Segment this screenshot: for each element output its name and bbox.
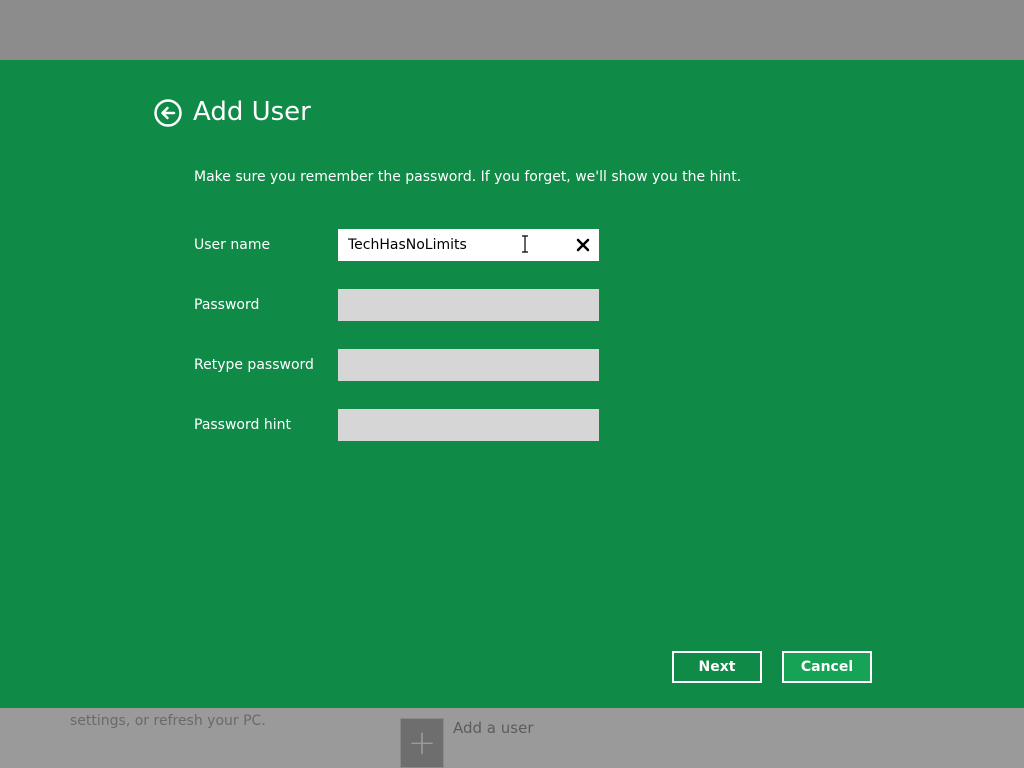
retype-password-field[interactable] (338, 349, 599, 381)
instruction-text: Make sure you remember the password. If … (194, 169, 742, 185)
username-field[interactable] (338, 229, 599, 261)
retype-password-label: Retype password (194, 357, 314, 373)
background-description: settings, or refresh your PC. (70, 713, 266, 729)
next-button[interactable]: Next (672, 651, 762, 683)
password-hint-label: Password hint (194, 417, 291, 433)
add-user-label[interactable]: Add a user (453, 719, 534, 737)
text-cursor-icon (522, 235, 528, 253)
plus-icon: + (407, 723, 437, 763)
cancel-button[interactable]: Cancel (782, 651, 872, 683)
password-hint-field[interactable] (338, 409, 599, 441)
page-title: Add User (193, 97, 311, 127)
password-field[interactable] (338, 289, 599, 321)
close-icon (576, 238, 590, 252)
back-arrow-icon[interactable] (154, 99, 182, 127)
password-label: Password (194, 297, 260, 313)
username-label: User name (194, 237, 271, 253)
add-user-tile[interactable]: + (400, 718, 444, 768)
add-user-dialog: Add User Make sure you remember the pass… (0, 60, 1024, 708)
clear-username-button[interactable] (569, 230, 597, 260)
